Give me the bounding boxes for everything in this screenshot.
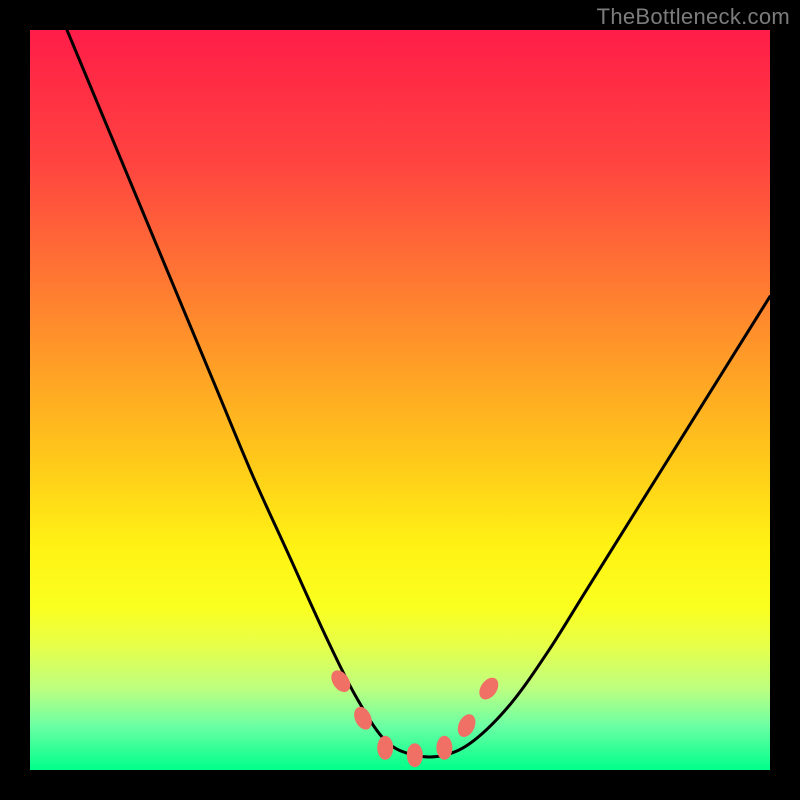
trough-marker	[327, 667, 354, 696]
trough-marker	[377, 736, 393, 760]
curve-layer	[30, 30, 770, 770]
plot-area	[30, 30, 770, 770]
watermark-text: TheBottleneck.com	[597, 4, 790, 30]
trough-markers	[327, 667, 502, 767]
trough-marker	[475, 674, 502, 703]
trough-marker	[407, 743, 423, 767]
bottleneck-curve	[67, 30, 770, 757]
trough-marker	[436, 736, 452, 760]
trough-marker	[454, 711, 479, 740]
trough-marker	[351, 704, 376, 733]
